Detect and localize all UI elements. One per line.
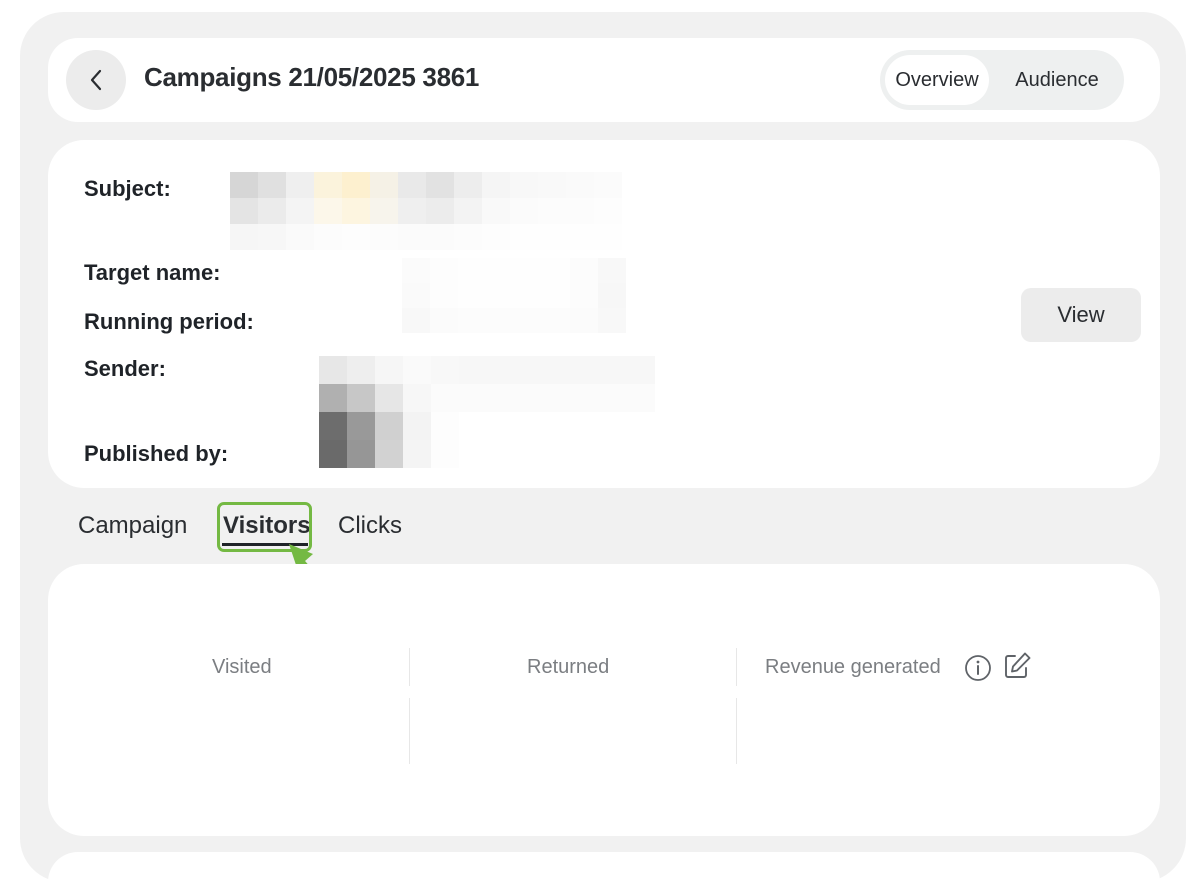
stat-visited-label: Visited <box>212 656 272 678</box>
view-button[interactable]: View <box>1021 288 1141 342</box>
target-period-value-redacted <box>402 258 626 333</box>
subject-value-redacted <box>230 172 622 250</box>
column-divider <box>736 648 737 686</box>
visitors-stats-card <box>48 564 1160 836</box>
info-icon[interactable] <box>964 654 992 682</box>
column-divider <box>736 698 737 764</box>
back-button[interactable] <box>66 50 126 110</box>
tab-overview[interactable]: Overview <box>885 55 989 105</box>
edit-icon[interactable] <box>1002 651 1032 681</box>
running-period-label: Running period: <box>84 309 254 334</box>
next-section-card <box>48 852 1160 892</box>
subject-label: Subject: <box>84 176 171 201</box>
published-by-label: Published by: <box>84 441 229 466</box>
column-divider <box>409 648 410 686</box>
tab-campaign[interactable]: Campaign <box>78 512 187 540</box>
sender-publisher-value-redacted <box>319 356 655 468</box>
tab-audience[interactable]: Audience <box>996 55 1118 105</box>
chevron-left-icon <box>90 69 102 91</box>
view-switch: Overview Audience <box>880 50 1124 110</box>
tab-clicks[interactable]: Clicks <box>338 512 402 540</box>
page-title: Campaigns 21/05/2025 3861 <box>144 62 480 92</box>
target-name-label: Target name: <box>84 260 221 285</box>
sender-label: Sender: <box>84 356 166 381</box>
stat-returned-label: Returned <box>527 656 610 678</box>
column-divider <box>409 698 410 764</box>
stat-revenue-label: Revenue generated <box>765 656 941 678</box>
